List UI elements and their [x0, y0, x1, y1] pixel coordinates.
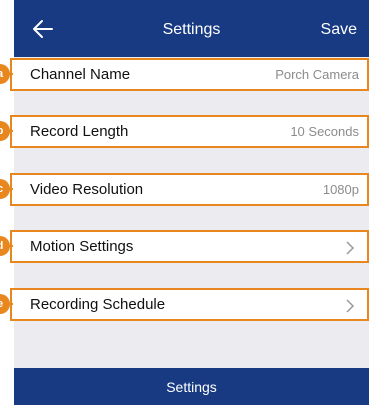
page-title: Settings: [162, 21, 221, 38]
callout-box-c: [10, 173, 369, 206]
callout-badge-c: c: [0, 179, 10, 199]
callout-box-b: [10, 115, 369, 148]
callout-box-d: [10, 230, 369, 263]
callout-badge-b: b: [0, 121, 10, 141]
save-button[interactable]: Save: [321, 21, 357, 39]
callout-badge-d: d: [0, 236, 10, 256]
bottom-tab-bar: Settings: [14, 368, 369, 405]
callout-box-e: [10, 288, 369, 321]
top-bar: Settings Save: [14, 0, 369, 57]
callout-box-a: [10, 58, 369, 91]
callout-badge-a: a: [0, 64, 10, 84]
tab-settings[interactable]: Settings: [14, 379, 369, 395]
callout-badge-e: e: [0, 294, 10, 314]
